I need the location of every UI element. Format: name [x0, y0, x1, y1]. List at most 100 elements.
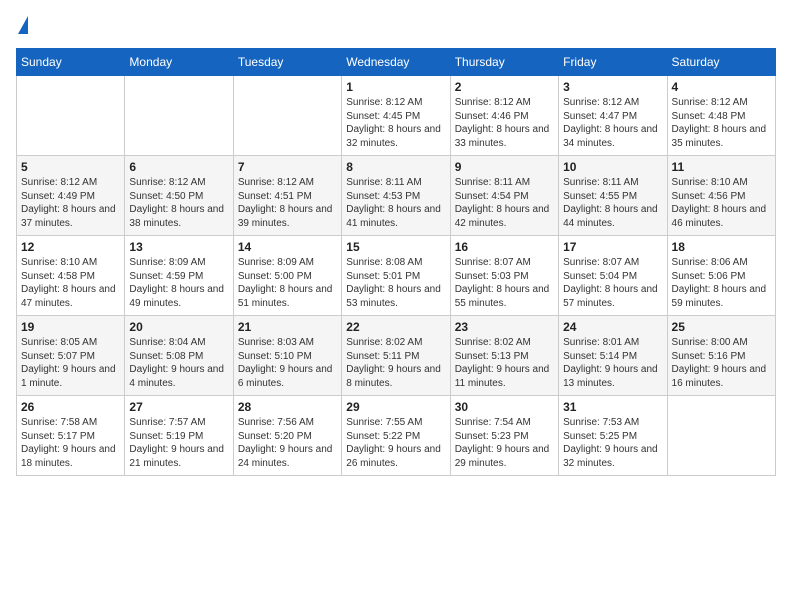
day-number: 8: [346, 160, 445, 174]
calendar-cell: 9 Sunrise: 8:11 AMSunset: 4:54 PMDaylight…: [450, 156, 558, 236]
day-info: Sunrise: 8:07 AMSunset: 5:04 PMDaylight:…: [563, 256, 662, 310]
calendar-cell: 21Sunrise: 8:03 AMSunset: 5:10 PMDayligh…: [233, 316, 341, 396]
day-number: 24: [563, 320, 662, 334]
day-number: 28: [238, 400, 337, 414]
day-number: 29: [346, 400, 445, 414]
day-number: 17: [563, 240, 662, 254]
day-number: 25: [672, 320, 771, 334]
calendar-cell: 22 Sunrise: 8:02 AMSunset: 5:11 PMDayligh…: [342, 316, 450, 396]
day-info: Sunrise: 8:04 AMSunset: 5:08 PMDaylight:…: [129, 336, 228, 390]
calendar-cell: 20 Sunrise: 8:04 AMSunset: 5:08 PMDayligh…: [125, 316, 233, 396]
day-number: 22: [346, 320, 445, 334]
day-number: 5: [21, 160, 120, 174]
day-info: Sunrise: 8:12 AMSunset: 4:49 PMDaylight:…: [21, 176, 120, 230]
day-number: 12: [21, 240, 120, 254]
day-info: Sunrise: 8:11 AMSunset: 4:55 PMDaylight:…: [563, 176, 662, 230]
day-info: Sunrise: 7:53 AMSunset: 5:25 PMDaylight:…: [563, 416, 662, 470]
calendar-cell: 14Sunrise: 8:09 AMSunset: 5:00 PMDayligh…: [233, 236, 341, 316]
calendar-table: SundayMondayTuesdayWednesdayThursdayFrid…: [16, 48, 776, 476]
weekday-header-thursday: Thursday: [450, 49, 558, 76]
day-info: Sunrise: 7:57 AMSunset: 5:19 PMDaylight:…: [129, 416, 228, 470]
day-number: 7: [238, 160, 337, 174]
day-number: 11: [672, 160, 771, 174]
calendar-cell: 12 Sunrise: 8:10 AMSunset: 4:58 PMDayligh…: [17, 236, 125, 316]
calendar-cell: [125, 76, 233, 156]
calendar-cell: 24 Sunrise: 8:01 AMSunset: 5:14 PMDayligh…: [559, 316, 667, 396]
calendar-cell: 10 Sunrise: 8:11 AMSunset: 4:55 PMDayligh…: [559, 156, 667, 236]
day-info: Sunrise: 7:54 AMSunset: 5:23 PMDaylight:…: [455, 416, 554, 470]
calendar-cell: 28 Sunrise: 7:56 AMSunset: 5:20 PMDayligh…: [233, 396, 341, 476]
day-info: Sunrise: 8:00 AMSunset: 5:16 PMDaylight:…: [672, 336, 771, 390]
day-number: 18: [672, 240, 771, 254]
calendar-cell: 16Sunrise: 8:07 AMSunset: 5:03 PMDayligh…: [450, 236, 558, 316]
calendar-cell: 17 Sunrise: 8:07 AMSunset: 5:04 PMDayligh…: [559, 236, 667, 316]
calendar-week-row: 19 Sunrise: 8:05 AMSunset: 5:07 PMDayligh…: [17, 316, 776, 396]
calendar-cell: 3 Sunrise: 8:12 AMSunset: 4:47 PMDaylight…: [559, 76, 667, 156]
day-info: Sunrise: 8:11 AMSunset: 4:53 PMDaylight:…: [346, 176, 445, 230]
day-number: 23: [455, 320, 554, 334]
day-number: 3: [563, 80, 662, 94]
calendar-cell: 25 Sunrise: 8:00 AMSunset: 5:16 PMDayligh…: [667, 316, 775, 396]
day-number: 21: [238, 320, 337, 334]
calendar-cell: 31 Sunrise: 7:53 AMSunset: 5:25 PMDayligh…: [559, 396, 667, 476]
calendar-week-row: 5 Sunrise: 8:12 AMSunset: 4:49 PMDaylight…: [17, 156, 776, 236]
page-header: [16, 16, 776, 36]
day-info: Sunrise: 8:02 AMSunset: 5:11 PMDaylight:…: [346, 336, 445, 390]
day-info: Sunrise: 8:09 AMSunset: 5:00 PMDaylight:…: [238, 256, 337, 310]
weekday-header-friday: Friday: [559, 49, 667, 76]
calendar-week-row: 26 Sunrise: 7:58 AMSunset: 5:17 PMDayligh…: [17, 396, 776, 476]
day-number: 19: [21, 320, 120, 334]
weekday-header-saturday: Saturday: [667, 49, 775, 76]
calendar-cell: 27 Sunrise: 7:57 AMSunset: 5:19 PMDayligh…: [125, 396, 233, 476]
day-info: Sunrise: 7:58 AMSunset: 5:17 PMDaylight:…: [21, 416, 120, 470]
calendar-week-row: 12 Sunrise: 8:10 AMSunset: 4:58 PMDayligh…: [17, 236, 776, 316]
day-info: Sunrise: 8:10 AMSunset: 4:58 PMDaylight:…: [21, 256, 120, 310]
day-info: Sunrise: 8:12 AMSunset: 4:46 PMDaylight:…: [455, 96, 554, 150]
calendar-cell: [667, 396, 775, 476]
logo: [16, 16, 28, 36]
weekday-header-monday: Monday: [125, 49, 233, 76]
day-number: 10: [563, 160, 662, 174]
day-info: Sunrise: 7:56 AMSunset: 5:20 PMDaylight:…: [238, 416, 337, 470]
calendar-cell: 5 Sunrise: 8:12 AMSunset: 4:49 PMDaylight…: [17, 156, 125, 236]
calendar-cell: 7 Sunrise: 8:12 AMSunset: 4:51 PMDaylight…: [233, 156, 341, 236]
day-info: Sunrise: 8:11 AMSunset: 4:54 PMDaylight:…: [455, 176, 554, 230]
calendar-cell: 26 Sunrise: 7:58 AMSunset: 5:17 PMDayligh…: [17, 396, 125, 476]
weekday-header-sunday: Sunday: [17, 49, 125, 76]
day-info: Sunrise: 8:06 AMSunset: 5:06 PMDaylight:…: [672, 256, 771, 310]
day-number: 30: [455, 400, 554, 414]
day-number: 31: [563, 400, 662, 414]
calendar-cell: 30 Sunrise: 7:54 AMSunset: 5:23 PMDayligh…: [450, 396, 558, 476]
day-number: 9: [455, 160, 554, 174]
calendar-cell: 8 Sunrise: 8:11 AMSunset: 4:53 PMDaylight…: [342, 156, 450, 236]
calendar-cell: [17, 76, 125, 156]
day-info: Sunrise: 8:05 AMSunset: 5:07 PMDaylight:…: [21, 336, 120, 390]
calendar-cell: 23 Sunrise: 8:02 AMSunset: 5:13 PMDayligh…: [450, 316, 558, 396]
day-info: Sunrise: 8:12 AMSunset: 4:45 PMDaylight:…: [346, 96, 445, 150]
calendar-cell: 11Sunrise: 8:10 AMSunset: 4:56 PMDayligh…: [667, 156, 775, 236]
day-number: 26: [21, 400, 120, 414]
day-number: 13: [129, 240, 228, 254]
day-info: Sunrise: 8:12 AMSunset: 4:51 PMDaylight:…: [238, 176, 337, 230]
day-number: 15: [346, 240, 445, 254]
day-number: 20: [129, 320, 228, 334]
day-number: 27: [129, 400, 228, 414]
day-info: Sunrise: 8:08 AMSunset: 5:01 PMDaylight:…: [346, 256, 445, 310]
day-info: Sunrise: 8:02 AMSunset: 5:13 PMDaylight:…: [455, 336, 554, 390]
day-number: 6: [129, 160, 228, 174]
weekday-header-wednesday: Wednesday: [342, 49, 450, 76]
calendar-cell: 15 Sunrise: 8:08 AMSunset: 5:01 PMDayligh…: [342, 236, 450, 316]
calendar-cell: [233, 76, 341, 156]
calendar-cell: 29 Sunrise: 7:55 AMSunset: 5:22 PMDayligh…: [342, 396, 450, 476]
day-info: Sunrise: 8:07 AMSunset: 5:03 PMDaylight:…: [455, 256, 554, 310]
day-info: Sunrise: 8:12 AMSunset: 4:47 PMDaylight:…: [563, 96, 662, 150]
day-info: Sunrise: 7:55 AMSunset: 5:22 PMDaylight:…: [346, 416, 445, 470]
calendar-cell: 4Sunrise: 8:12 AMSunset: 4:48 PMDaylight…: [667, 76, 775, 156]
calendar-cell: 13Sunrise: 8:09 AMSunset: 4:59 PMDayligh…: [125, 236, 233, 316]
calendar-header-row: SundayMondayTuesdayWednesdayThursdayFrid…: [17, 49, 776, 76]
calendar-cell: 2Sunrise: 8:12 AMSunset: 4:46 PMDaylight…: [450, 76, 558, 156]
day-info: Sunrise: 8:12 AMSunset: 4:48 PMDaylight:…: [672, 96, 771, 150]
day-info: Sunrise: 8:01 AMSunset: 5:14 PMDaylight:…: [563, 336, 662, 390]
calendar-cell: 19 Sunrise: 8:05 AMSunset: 5:07 PMDayligh…: [17, 316, 125, 396]
logo-triangle-icon: [18, 16, 28, 34]
